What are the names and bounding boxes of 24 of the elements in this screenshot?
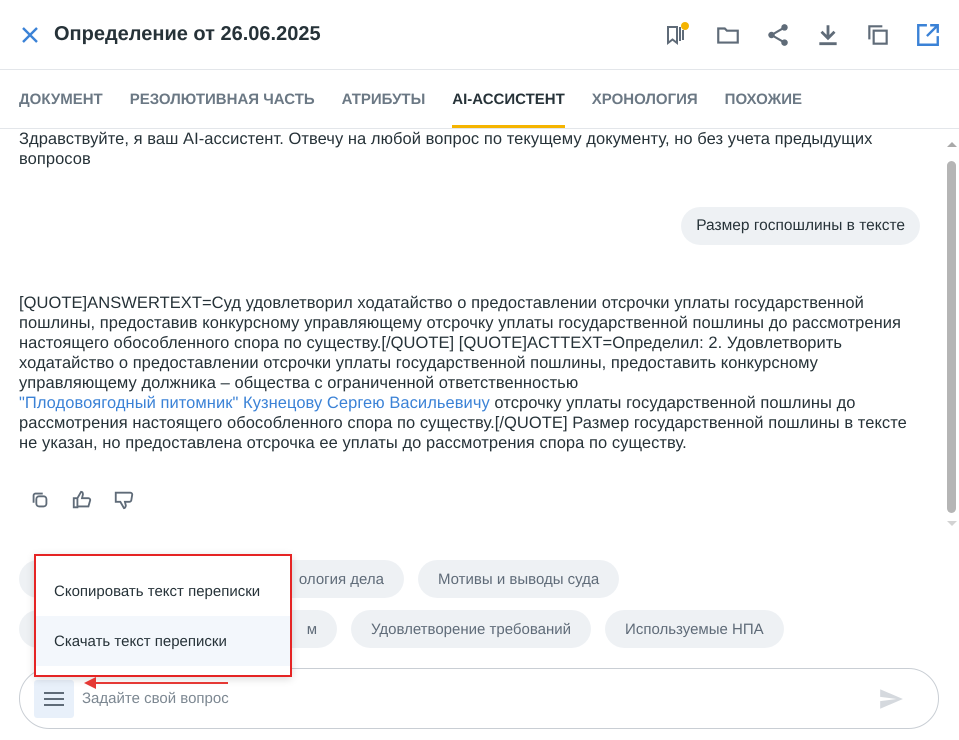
thumbs-up-icon[interactable] [71, 489, 93, 511]
tab[interactable]: АТРИБУТЫ [342, 91, 426, 128]
assistant-answer: [QUOTE]ANSWERTEXT=Суд удовлетворил ходатайство о предоставлении отсрочки уплаты государственной пошлины, предоставив конкурсному управляющему отсрочку уплаты государственной пошлины до рассмотрения настоящего обособленного спора по существу.[/QUOTE] [QUOTE]ACTTEXT=Определил: 2. Удовлетворить ходатайство о предоставлении отсрочки уплаты государственной пошлины, предоставить конкурсному управляющему должника – общества с ограниченной ответственностью "Плодовоягодный питомник" Кузнецову Сергею Васильевичу отсрочку уплаты государственной пошлины до рассмотрения настоящего обособленного спора по существу.[/QUOTE] Размер государственной пошлины в тексте не указан, но предоставлена отсрочка ее уплаты до рассмотрения спора по существу. [19, 293, 908, 453]
scrollbar-thumb[interactable] [947, 161, 956, 513]
tab[interactable]: РЕЗОЛЮТИВНАЯ ЧАСТЬ [130, 91, 315, 128]
tab[interactable]: ХРОНОЛОГИЯ [592, 91, 698, 128]
suggestion-chip[interactable]: Используемые НПА [605, 610, 784, 648]
user-message: Размер госпошлины в тексте [681, 207, 920, 245]
suggestion-chip[interactable]: Мотивы и выводы суда [418, 560, 620, 598]
link[interactable]: "Плодовоягодный питомник" Кузнецову Сергею Васильевичу [19, 394, 490, 412]
menu-item[interactable]: Скачать текст переписки [36, 616, 290, 666]
suggestion-chip[interactable]: Удовлетворение требований [351, 610, 592, 648]
assistant-message: Здравствуйте, я ваш AI-ассистент. Отвечу на любой вопрос по текущему документу, но без учета предыдущих вопросов [19, 129, 874, 169]
menu-button[interactable] [34, 680, 74, 718]
window-title: Определение от 26.06.2025 [54, 23, 321, 46]
open-external-icon[interactable] [915, 22, 941, 48]
tab[interactable]: AI-АССИСТЕНТ [452, 91, 565, 128]
menu-icon [43, 690, 65, 706]
question-field[interactable]: Задайте свой вопрос [19, 668, 939, 729]
tab[interactable]: ДОКУМЕНТ [19, 91, 103, 128]
close-icon[interactable] [20, 24, 40, 44]
thumbs-down-icon[interactable] [113, 489, 135, 511]
menu-item[interactable]: Скопировать текст переписки [36, 566, 290, 616]
tab[interactable]: ПОХОЖИЕ [724, 91, 802, 128]
